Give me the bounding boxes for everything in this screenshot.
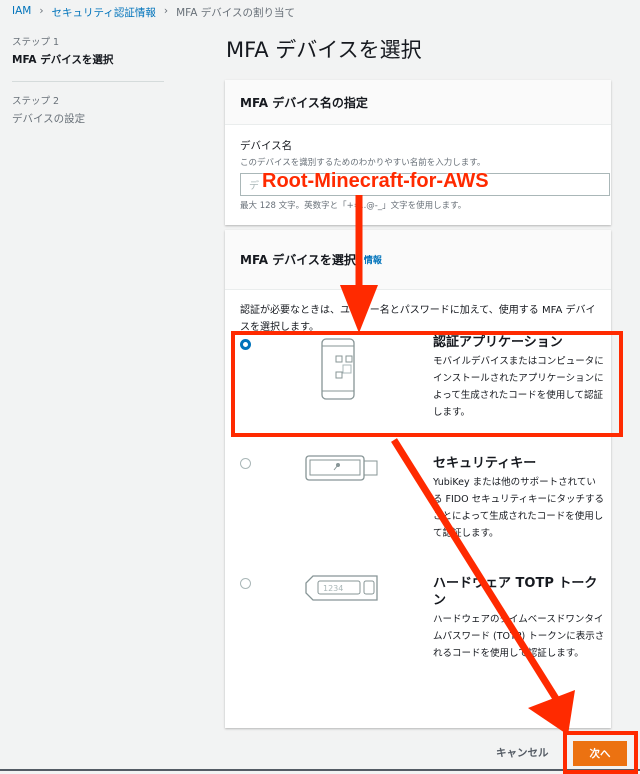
option-hardware-totp[interactable]: 1234 ハードウェア TOTP トークン ハードウェアのタイムベースドワンタイ… [225,575,611,695]
phone-qr-icon [321,338,355,400]
radio-security-key[interactable] [240,458,251,469]
breadcrumb-current: MFA デバイスの割り当て [176,7,295,19]
panel-title: MFA デバイス名の指定 [225,80,611,125]
panel-title: MFA デバイスを選択 [240,253,356,267]
panel-description: 認証が必要なときは、ユーザー名とパスワードに加えて、使用する MFA デバイスを… [240,305,596,333]
device-name-hint: このデバイスを識別するためのわかりやすい名前を入力します。 [240,158,486,168]
divider [12,81,164,82]
placeholder: デ [249,181,259,192]
page-title: MFA デバイスを選択 [226,38,422,62]
option-title: セキュリティキー [433,456,537,471]
option-authenticator-app[interactable]: 認証アプリケーション モバイルデバイスまたはコンピュータにインストールされたアプ… [225,334,611,434]
info-link[interactable]: 情報 [364,253,382,266]
next-button[interactable]: 次へ [573,741,627,766]
option-title: 認証アプリケーション [433,335,563,350]
option-security-key[interactable]: セキュリティキー YubiKey または他のサポートされている FIDO セキュ… [225,455,611,565]
wizard-steps: ステップ 1 MFA デバイスを選択 ステップ 2 デバイスの設定 [12,34,164,126]
token-display: 1234 [323,584,343,593]
step2-title: デバイスの設定 [12,113,86,125]
device-name-panel: MFA デバイス名の指定 デバイス名 このデバイスを識別するためのわかりやすい名… [225,80,611,225]
divider [0,769,640,771]
chevron-right-icon: › [163,5,169,17]
usb-key-icon [305,455,378,481]
step2-label: ステップ 2 [12,96,60,107]
chevron-right-icon: › [39,5,44,17]
breadcrumb-iam[interactable]: IAM [12,5,31,20]
option-title: ハードウェア TOTP トークン [433,576,598,608]
radio-authenticator-app[interactable] [240,339,251,350]
option-description: モバイルデバイスまたはコンピュータにインストールされたアプリケーションによって生… [433,356,604,418]
option-description: YubiKey または他のサポートされている FIDO セキュリティキーにタッチ… [433,477,605,539]
breadcrumb-credentials[interactable]: セキュリティ認証情報 [52,5,156,20]
totp-token-icon: 1234 [305,575,378,601]
device-name-constraint: 最大 128 文字。英数字と「+=,.@-_」文字を使用します。 [240,201,467,211]
device-name-label: デバイス名 [240,140,293,152]
step1-title: MFA デバイスを選択 [12,54,114,66]
annotation-text: Root-Minecraft-for-AWS [262,170,489,192]
step1-label: ステップ 1 [12,37,60,48]
radio-hardware-totp[interactable] [240,578,251,589]
mfa-device-panel: MFA デバイスを選択 情報 認証が必要なときは、ユーザー名とパスワードに加えて、… [225,230,611,728]
cancel-button[interactable]: キャンセル [496,745,549,760]
option-description: ハードウェアのタイムベースドワンタイムパスワード (TOTP) トークンに表示さ… [433,614,605,659]
breadcrumb: IAM › セキュリティ認証情報 › MFA デバイスの割り当て [12,5,295,20]
